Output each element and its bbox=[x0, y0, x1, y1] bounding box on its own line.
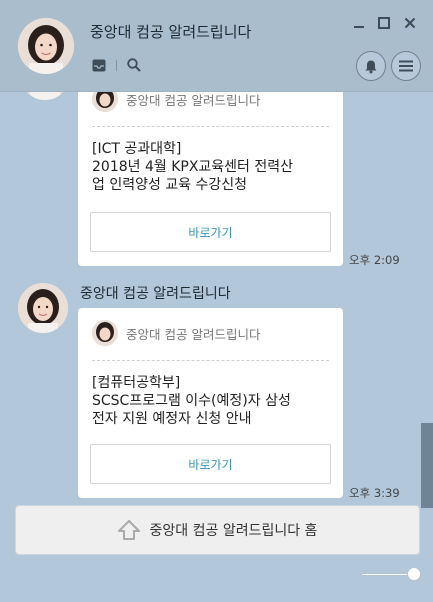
slider-handle[interactable] bbox=[407, 567, 421, 581]
message-card: 중앙대 컴공 알려드립니다 [ICT 공과대학] 2018년 4월 KPX교육센… bbox=[78, 70, 343, 266]
profile-avatar[interactable] bbox=[18, 18, 74, 74]
message-time: 오후 3:39 bbox=[349, 486, 400, 500]
minimize-icon[interactable] bbox=[350, 14, 368, 32]
inbox-icon[interactable] bbox=[90, 56, 108, 74]
go-button[interactable]: 바로가기 bbox=[90, 212, 331, 252]
message-body: [컴퓨터공학부] SCSC프로그램 이수(예정)자 삼성 전자 지원 예정자 신… bbox=[92, 375, 291, 427]
sender-name: 중앙대 컴공 알려드립니다 bbox=[80, 286, 231, 302]
menu-icon[interactable] bbox=[391, 51, 421, 81]
sender-avatar[interactable] bbox=[18, 283, 68, 333]
message-card: 중앙대 컴공 알려드립니다 [컴퓨터공학부] SCSC프로그램 이수(예정)자 … bbox=[78, 308, 343, 498]
brand-name: 중앙대 컴공 알려드립니다 bbox=[126, 326, 261, 342]
message-body: [ICT 공과대학] 2018년 4월 KPX교육센터 전력산 업 인력양성 교… bbox=[92, 141, 294, 193]
chat-title: 중앙대 컴공 알려드립니다 bbox=[90, 23, 252, 41]
close-icon[interactable] bbox=[401, 14, 419, 32]
divider bbox=[92, 126, 329, 127]
go-button[interactable]: 바로가기 bbox=[90, 444, 331, 484]
message-time: 오후 2:09 bbox=[349, 253, 400, 267]
scrollbar-thumb[interactable] bbox=[421, 423, 433, 508]
brand-name: 중앙대 컴공 알려드립니다 bbox=[126, 92, 261, 108]
slider-track[interactable] bbox=[362, 574, 412, 575]
toolbar-divider bbox=[116, 60, 117, 71]
notification-bell-icon[interactable] bbox=[356, 51, 386, 81]
chat-header: 중앙대 컴공 알려드립니다 bbox=[0, 0, 433, 92]
maximize-icon[interactable] bbox=[375, 14, 393, 32]
home-button-label: 중앙대 컴공 알려드립니다 홈 bbox=[149, 523, 318, 539]
divider bbox=[92, 360, 329, 361]
brand-avatar bbox=[92, 320, 118, 346]
search-icon[interactable] bbox=[125, 56, 143, 74]
channel-home-button[interactable]: 중앙대 컴공 알려드립니다 홈 bbox=[15, 505, 420, 555]
card-brand: 중앙대 컴공 알려드립니다 bbox=[92, 320, 260, 346]
home-icon bbox=[117, 520, 140, 540]
